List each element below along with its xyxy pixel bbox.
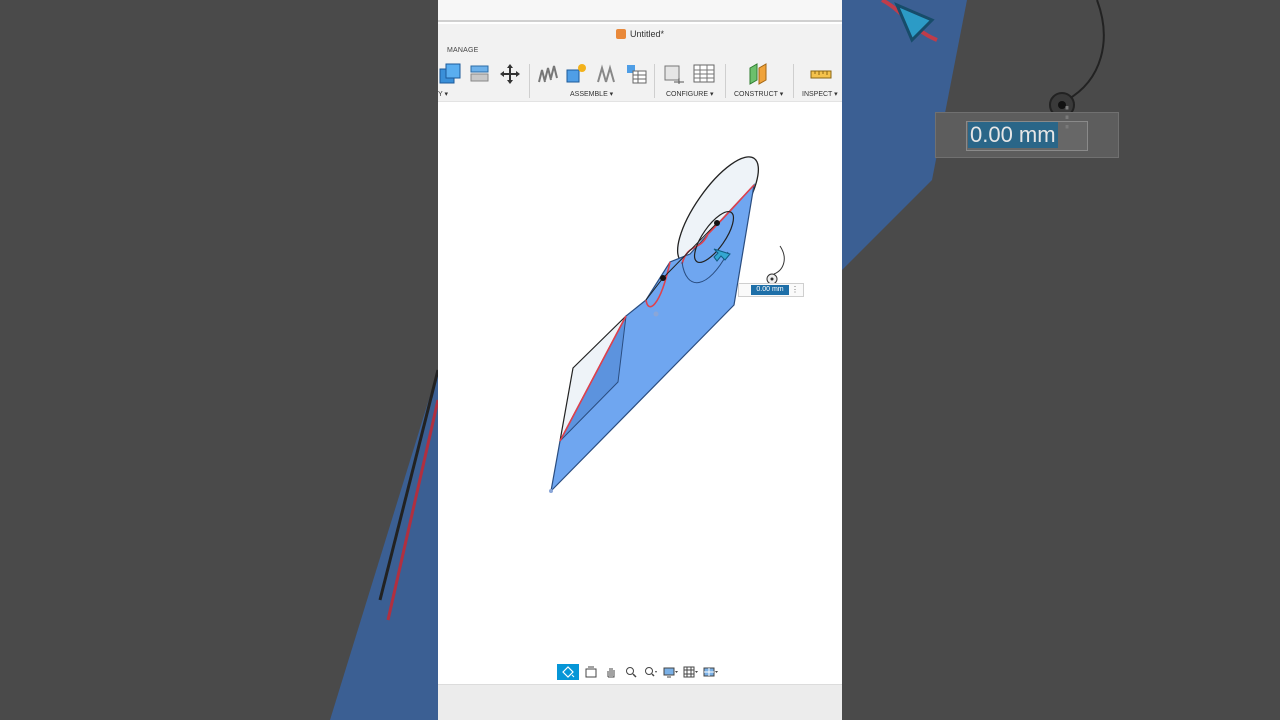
background-dimension-value: 0.00 mm: [968, 122, 1058, 148]
background-left: [0, 0, 438, 720]
bill-of-materials-icon[interactable]: [624, 62, 648, 86]
more-options-icon[interactable]: ⋮: [791, 285, 799, 295]
dimension-input-box: 0.00 mm ⋮: [738, 283, 804, 297]
pan-icon[interactable]: [603, 664, 619, 680]
grid-icon[interactable]: [683, 664, 699, 680]
display-settings-icon[interactable]: [663, 664, 679, 680]
background-left-model: [330, 369, 438, 720]
new-component-icon[interactable]: [564, 62, 588, 86]
separator: [529, 64, 530, 98]
configuration-table-icon[interactable]: [692, 62, 716, 86]
design-canvas[interactable]: 0.00 mm ⋮: [438, 102, 842, 684]
fusion-app-window: Untitled* MANAGE Y ▾ ASSEMBLE ▾ CONFIGUR…: [438, 0, 842, 720]
toolbar: MANAGE Y ▾ ASSEMBLE ▾ CONFIGURE ▾ CONSTR…: [438, 44, 842, 102]
tab-manage[interactable]: MANAGE: [447, 47, 479, 54]
combine-icon[interactable]: [438, 62, 462, 86]
separator: [725, 64, 726, 98]
background-dimension-box: 0.00 mm: [935, 112, 1119, 158]
parameters-icon[interactable]: [662, 62, 686, 86]
sketch-point[interactable]: [660, 275, 666, 281]
group-construct-label[interactable]: CONSTRUCT ▾: [734, 90, 783, 98]
offset-plane-icon[interactable]: [746, 62, 770, 86]
document-title: Untitled*: [629, 29, 665, 39]
align-icon[interactable]: [468, 62, 492, 86]
background-more-icon: ⋮: [1053, 101, 1081, 132]
move-icon[interactable]: [498, 62, 522, 86]
look-at-icon[interactable]: [583, 664, 599, 680]
background-right: 0.00 mm ⋮: [842, 0, 1280, 720]
measure-icon[interactable]: [809, 62, 833, 86]
origin-point[interactable]: [549, 489, 553, 493]
navigation-bar: [557, 663, 719, 681]
zoom-icon[interactable]: [643, 664, 659, 680]
sketch-point[interactable]: [714, 220, 720, 226]
sketch-point[interactable]: [653, 311, 659, 317]
top-strip: [438, 0, 842, 22]
group-modify-label[interactable]: Y ▾: [438, 90, 448, 98]
zoom-window-icon[interactable]: [623, 664, 639, 680]
group-assemble-label[interactable]: ASSEMBLE ▾: [570, 90, 613, 98]
viewports-icon[interactable]: [703, 664, 719, 680]
group-configure-label[interactable]: CONFIGURE ▾: [666, 90, 713, 98]
as-built-joint-icon[interactable]: [594, 62, 618, 86]
document-icon: [615, 29, 626, 39]
separator: [654, 64, 655, 98]
group-inspect-label[interactable]: INSPECT ▾: [802, 90, 838, 98]
title-bar: Untitled*: [438, 24, 842, 44]
bottom-bar: [438, 684, 842, 720]
orbit-icon[interactable]: [557, 664, 579, 680]
dimension-input[interactable]: 0.00 mm: [751, 285, 789, 295]
separator: [793, 64, 794, 98]
model-body[interactable]: [438, 102, 842, 684]
new-component-joint-icon[interactable]: [536, 62, 560, 86]
